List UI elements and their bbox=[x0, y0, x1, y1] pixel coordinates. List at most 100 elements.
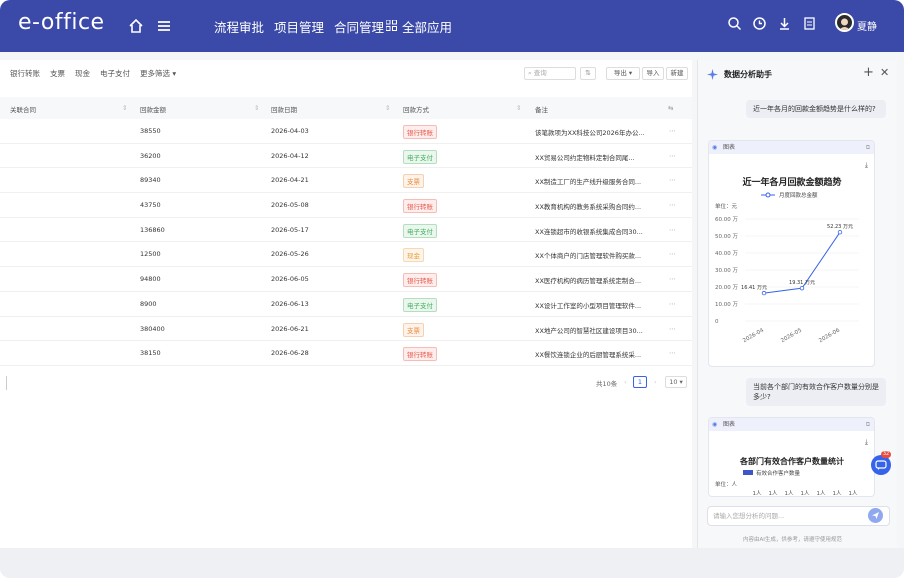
filter-cash[interactable]: 现金 bbox=[75, 68, 90, 79]
page-size-select[interactable]: 10 ▾ bbox=[665, 376, 687, 388]
menu-icon[interactable] bbox=[156, 18, 172, 34]
new-button[interactable]: 新建 bbox=[666, 67, 688, 80]
table-row[interactable]: 36200 2026-04-12 电子支付 XX贸易公司约定物料定制合同尾... ⋯ bbox=[0, 144, 692, 169]
table-row[interactable]: 380400 2026-06-21 支票 XX地产公司的智慧社区建设项目30... ⋯ bbox=[0, 317, 692, 342]
import-button[interactable]: 导入 bbox=[642, 67, 664, 80]
table-header: 关联合同 ⇕ 回款金额 ⇕ 回款日期 ⇕ 回款方式 ⇕ 备注 ⇆ bbox=[0, 97, 692, 119]
method-tag: 银行转账 bbox=[403, 273, 437, 288]
cell-note: XX医疗机构的病历管理系统定制合... bbox=[535, 277, 642, 286]
more-actions-icon[interactable]: ⋯ bbox=[669, 152, 676, 160]
bottom-bar bbox=[0, 548, 904, 578]
col-note[interactable]: 备注 bbox=[535, 104, 548, 114]
sort-icon[interactable]: ⇕ bbox=[122, 104, 127, 112]
sort-icon[interactable]: ⇕ bbox=[385, 104, 390, 112]
home-icon[interactable] bbox=[127, 17, 145, 35]
user-question-2: 当前各个部门的有效合作客户数量分别是多少? bbox=[746, 378, 886, 406]
col-date[interactable]: 回款日期 bbox=[271, 104, 297, 114]
more-actions-icon[interactable]: ⋯ bbox=[669, 300, 676, 308]
cell-amount: 38550 bbox=[140, 127, 161, 135]
document-icon[interactable] bbox=[802, 16, 817, 31]
close-icon[interactable]: ✕ bbox=[880, 66, 889, 79]
export-button[interactable]: 导出 ▾ bbox=[606, 67, 640, 80]
pager-page-current[interactable]: 1 bbox=[633, 376, 647, 388]
cell-amount: 8900 bbox=[140, 299, 157, 308]
method-tag: 电子支付 bbox=[403, 223, 437, 238]
search-input[interactable]: ⌕ 查询 bbox=[524, 67, 576, 80]
table-row[interactable]: 38150 2026-06-28 银行转账 XX餐饮连锁企业的后厨管理系统采... ⋯ bbox=[0, 341, 692, 366]
more-actions-icon[interactable]: ⋯ bbox=[669, 325, 676, 333]
chart-card-1: ◉ 图表 ⧉ ⤓ 近一年各月回款金额趋势 月度回款总金额 单位：元 0 10.00 万2… bbox=[708, 140, 875, 367]
table-row[interactable]: 43750 2026-05-08 银行转账 XX教育机构的教务系统采购合同约... ⋯ bbox=[0, 193, 692, 218]
avatar[interactable] bbox=[835, 13, 854, 32]
copy-icon[interactable]: ⧉ bbox=[866, 418, 870, 431]
search-icon[interactable] bbox=[727, 16, 742, 31]
nav-contracts[interactable]: 合同管理 bbox=[334, 17, 384, 36]
table-row[interactable]: 89340 2026-04-21 支票 XX制造工厂的生产线升级服务合同... ⋯ bbox=[0, 168, 692, 194]
cell-date: 2026-06-21 bbox=[271, 324, 309, 333]
chart-title: 各部门有效合作客户数量统计 bbox=[739, 456, 844, 466]
cell-note: XX教育机构的教务系统采购合同约... bbox=[535, 203, 642, 212]
column-settings-icon[interactable]: ⇆ bbox=[668, 104, 673, 112]
column-filter-button[interactable]: ⇅ bbox=[580, 67, 596, 80]
legend-label: 月度回款总金额 bbox=[779, 191, 818, 199]
chat-fab-button[interactable] bbox=[871, 455, 891, 475]
x-tick-label: 2026-04 bbox=[742, 327, 765, 344]
data-point bbox=[837, 230, 843, 235]
sort-icon[interactable]: ⇕ bbox=[516, 104, 521, 112]
cell-amount: 43750 bbox=[140, 201, 161, 210]
main-panel: 银行转账 支票 现金 电子支付 更多筛选 ▾ ⌕ 查询 ⇅ 导出 ▾ 导入 新建… bbox=[0, 60, 692, 548]
pager-prev-icon[interactable]: ‹ bbox=[624, 378, 627, 386]
sort-icon[interactable]: ⇕ bbox=[254, 104, 259, 112]
app-window: e-office 流程审批 项目管理 合同管理 全部应用 夏静 银行转账 支票 … bbox=[0, 0, 904, 578]
legend-label: 有效合作客户数量 bbox=[756, 469, 801, 477]
col-method[interactable]: 回款方式 bbox=[403, 104, 429, 114]
more-actions-icon[interactable]: ⋯ bbox=[669, 275, 676, 283]
send-button[interactable] bbox=[868, 508, 883, 523]
col-contract[interactable]: 关联合同 bbox=[10, 104, 36, 114]
send-icon bbox=[872, 512, 879, 519]
sparkle-icon bbox=[707, 69, 718, 80]
page-size-value: 10 bbox=[669, 378, 678, 386]
col-amount[interactable]: 回款金额 bbox=[140, 104, 166, 114]
table-row[interactable]: 8900 2026-06-13 电子支付 XX设计工作室的小型项目管理软件... ⋯ bbox=[0, 292, 692, 317]
table-row[interactable]: 136860 2026-05-17 电子支付 XX连锁超市的收银系统集成合同30...… bbox=[0, 218, 692, 243]
more-actions-icon[interactable]: ⋯ bbox=[669, 127, 676, 135]
filter-check[interactable]: 支票 bbox=[50, 68, 65, 79]
copy-icon[interactable]: ⧉ bbox=[866, 141, 870, 154]
card-label: 图表 bbox=[723, 421, 736, 428]
chat-input[interactable]: 请输入您想分析的问题... bbox=[707, 506, 890, 526]
card-header: ◉ 图表 ⧉ bbox=[709, 141, 874, 154]
cell-date: 2026-06-28 bbox=[271, 349, 309, 358]
filter-bank-transfer[interactable]: 银行转账 bbox=[10, 68, 40, 79]
table-row[interactable]: 94800 2026-06-05 银行转账 XX医疗机构的病历管理系统定制合... ⋯ bbox=[0, 267, 692, 292]
data-label: 1人 bbox=[769, 490, 778, 497]
legend-swatch bbox=[743, 470, 753, 475]
data-label: 52.23 万元 bbox=[827, 224, 853, 230]
table-row[interactable]: 38550 2026-04-03 银行转账 该笔款项为XX科技公司2026年办公...… bbox=[0, 119, 692, 144]
new-chat-icon[interactable]: + bbox=[863, 65, 874, 80]
check-icon: ◉ bbox=[712, 421, 718, 428]
user-name[interactable]: 夏静 bbox=[857, 18, 877, 33]
nav-workflow[interactable]: 流程审批 bbox=[214, 17, 264, 36]
filter-more[interactable]: 更多筛选 ▾ bbox=[140, 68, 176, 79]
nav-projects[interactable]: 项目管理 bbox=[274, 17, 324, 36]
more-actions-icon[interactable]: ⋯ bbox=[669, 226, 676, 234]
more-actions-icon[interactable]: ⋯ bbox=[669, 201, 676, 209]
legend-marker bbox=[765, 192, 771, 198]
scroll-handle[interactable] bbox=[6, 376, 9, 390]
cell-note: XX餐饮连锁企业的后厨管理系统采... bbox=[535, 351, 642, 360]
more-actions-icon[interactable]: ⋯ bbox=[669, 250, 676, 258]
method-tag: 电子支付 bbox=[403, 149, 437, 164]
clock-icon[interactable] bbox=[752, 16, 767, 31]
more-actions-icon[interactable]: ⋯ bbox=[669, 176, 676, 184]
table-row[interactable]: 12500 2026-05-26 现金 XX个体商户的门店管理软件购买款... ⋯ bbox=[0, 242, 692, 268]
cell-amount: 12500 bbox=[140, 250, 161, 259]
download-icon[interactable] bbox=[777, 16, 792, 31]
cell-amount: 36200 bbox=[140, 151, 161, 160]
search-placeholder: 查询 bbox=[533, 69, 547, 77]
data-label: 1人 bbox=[785, 490, 794, 497]
pager-next-icon[interactable]: › bbox=[654, 378, 657, 386]
more-actions-icon[interactable]: ⋯ bbox=[669, 349, 676, 357]
nav-all-apps[interactable]: 全部应用 bbox=[402, 17, 452, 36]
filter-epay[interactable]: 电子支付 bbox=[100, 68, 130, 79]
